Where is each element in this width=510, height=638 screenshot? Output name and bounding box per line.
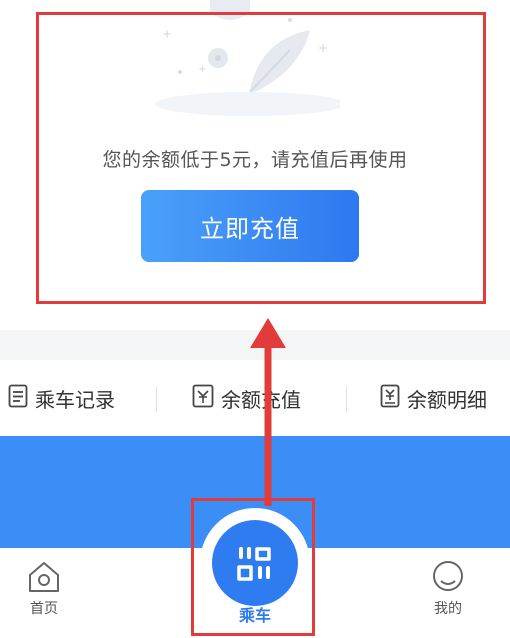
low-balance-panel: + + + 您的余额低于5元，请充值后再使用 立即充值 (0, 0, 510, 330)
low-balance-message: 您的余额低于5元，请充值后再使用 (102, 149, 408, 171)
svg-text:+: + (318, 41, 328, 55)
tab-mine[interactable]: 我的 (430, 560, 466, 618)
ride-qrcode-icon (237, 547, 271, 581)
section-divider (0, 330, 510, 360)
ride-records-button[interactable]: 乘车记录 (8, 382, 115, 414)
profile-icon (433, 561, 463, 591)
svg-text:+: + (198, 64, 206, 75)
function-bar: 乘车记录 余额充值 余额明细 (0, 360, 510, 436)
ride-records-label: 乘车记录 (35, 387, 115, 412)
balance-detail-label: 余额明细 (407, 387, 487, 412)
home-icon (29, 562, 59, 592)
wallet-topup-icon (192, 384, 214, 413)
balance-topup-button[interactable]: 余额充值 (192, 382, 301, 414)
list-document-icon (8, 384, 28, 413)
balance-topup-label: 余额充值 (221, 387, 301, 412)
tab-mine-label: 我的 (434, 601, 462, 617)
balance-detail-button[interactable]: 余额明细 (380, 382, 487, 414)
empty-state-illustration: + + + (155, 0, 340, 116)
divider (156, 386, 157, 412)
balance-detail-icon (380, 384, 400, 413)
divider (346, 386, 347, 412)
ride-button[interactable] (212, 520, 298, 606)
topup-now-button[interactable]: 立即充值 (141, 190, 359, 262)
svg-text:+: + (162, 27, 172, 41)
